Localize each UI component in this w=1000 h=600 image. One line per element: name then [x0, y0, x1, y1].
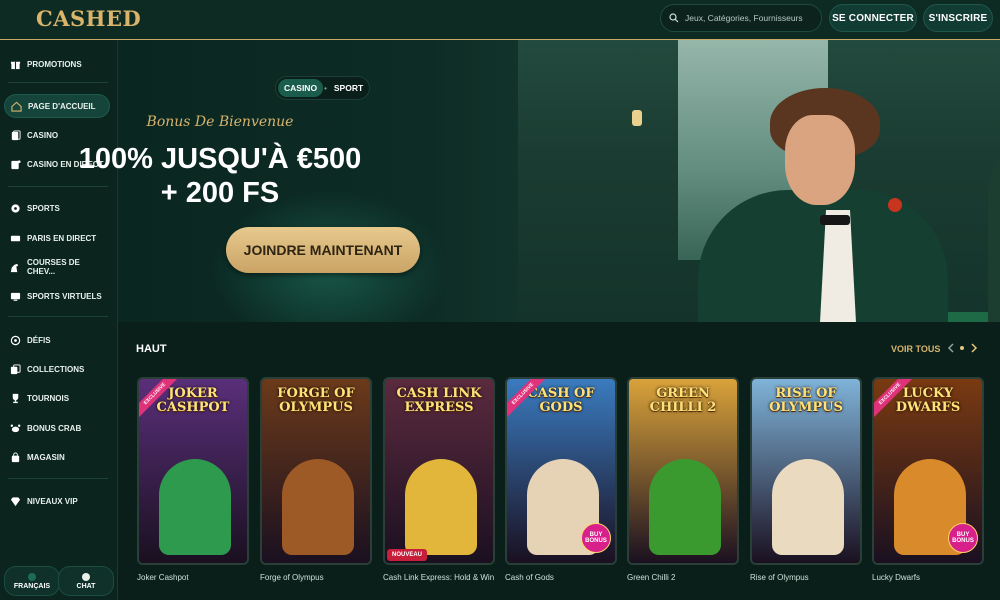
- game-logo-text: CASH LINK EXPRESS: [396, 386, 482, 415]
- sidebar-item-label: MAGASIN: [27, 452, 65, 462]
- game-title[interactable]: Forge of Olympus: [260, 573, 324, 582]
- search-icon: [669, 13, 679, 23]
- logo[interactable]: CASHED: [36, 6, 141, 31]
- buy-bonus-badge: BUY BONUS: [581, 523, 611, 553]
- new-badge: NOUVEAU: [387, 549, 427, 561]
- search-input[interactable]: [685, 13, 815, 23]
- buy-bonus-badge: BUY BONUS: [948, 523, 978, 553]
- signup-button[interactable]: S'INSCRIRE: [923, 4, 993, 32]
- bowtie: [820, 215, 850, 225]
- poker-chip: [888, 198, 902, 212]
- game-character: [282, 459, 354, 555]
- hero-tabs: CASINO • SPORT: [275, 76, 370, 100]
- sidebar-item-label: BONUS CRAB: [27, 423, 82, 433]
- sidebar-item-label: DÉFIS: [27, 335, 51, 345]
- sidebar-item-label: SPORTS VIRTUELS: [27, 291, 102, 301]
- game-title[interactable]: Cash Link Express: Hold & Win: [383, 573, 494, 582]
- sidebar-item-label: PARIS EN DIRECT: [27, 233, 97, 243]
- game-character: [405, 459, 477, 555]
- game-title[interactable]: Green Chilli 2: [627, 573, 675, 582]
- horse-icon: [9, 261, 21, 273]
- login-button[interactable]: SE CONNECTER: [829, 4, 917, 32]
- sidebar-item-label: PAGE D'ACCUEIL: [28, 101, 96, 111]
- sidebar-item-label: CASINO: [27, 130, 59, 140]
- game-character: [649, 459, 721, 555]
- gift-icon: [9, 58, 21, 70]
- search-box[interactable]: [660, 4, 822, 32]
- game-logo-text: GREEN CHILLI 2: [649, 386, 717, 415]
- chat-icon: [82, 572, 90, 581]
- tab-casino[interactable]: CASINO: [278, 79, 324, 97]
- game-title[interactable]: Joker Cashpot: [137, 573, 189, 582]
- game-character: [772, 459, 844, 555]
- see-all-link[interactable]: VOIR TOUS: [891, 344, 940, 354]
- live-cards-icon: [9, 158, 21, 170]
- globe-icon: [28, 572, 36, 581]
- sidebar-item-promotions[interactable]: PROMOTIONS: [4, 52, 110, 76]
- section-title: HAUT: [136, 343, 167, 355]
- sidebar-item-live-betting[interactable]: PARIS EN DIRECT: [4, 226, 110, 250]
- chevron-left-icon[interactable]: [944, 341, 958, 355]
- divider: [8, 316, 108, 317]
- man-head: [785, 115, 855, 205]
- diamond-icon: [9, 495, 21, 507]
- hero-headline: 100% JUSQU'À €500 + 200 FS: [40, 142, 400, 210]
- game-logo-text: RISE OF OLYMPUS: [769, 386, 843, 415]
- headline-line-1: 100% JUSQU'À €500: [78, 143, 362, 175]
- bonus-label: Bonus De Bienvenue: [146, 114, 294, 130]
- sidebar-item-challenges[interactable]: DÉFIS: [4, 328, 110, 352]
- live-badge-icon: [9, 232, 21, 244]
- language-button[interactable]: FRANÇAIS: [4, 566, 60, 596]
- woman-figure: [988, 150, 1000, 322]
- collection-icon: [9, 363, 21, 375]
- game-card[interactable]: LUCKY DWARFS EXCLUSIVE BUY BONUS: [872, 377, 984, 565]
- game-title[interactable]: Cash of Gods: [505, 573, 554, 582]
- game-card[interactable]: FORGE OF OLYMPUS: [260, 377, 372, 565]
- headline-line-2: + 200 FS: [160, 177, 280, 209]
- game-title[interactable]: Lucky Dwarfs: [872, 573, 920, 582]
- join-now-button[interactable]: JOINDRE MAINTENANT: [226, 227, 420, 273]
- sidebar-item-vip-levels[interactable]: NIVEAUX VIP: [4, 489, 110, 513]
- chat-label: CHAT: [76, 582, 96, 590]
- pager-dot: [960, 346, 964, 350]
- game-character: [159, 459, 231, 555]
- crab-icon: [9, 422, 21, 434]
- sidebar-item-bonus-crab[interactable]: BONUS CRAB: [4, 416, 110, 440]
- game-card[interactable]: JOKER CASHPOT EXCLUSIVE: [137, 377, 249, 565]
- divider: [8, 82, 108, 83]
- game-card[interactable]: CASH OF GODS EXCLUSIVE BUY BONUS: [505, 377, 617, 565]
- sidebar-item-home[interactable]: PAGE D'ACCUEIL: [4, 94, 110, 118]
- sidebar-item-label: COLLECTIONS: [27, 364, 85, 374]
- sidebar-item-label: PROMOTIONS: [27, 59, 82, 69]
- target-icon: [9, 334, 21, 346]
- trophy-icon: [9, 392, 21, 404]
- sidebar-item-horse-racing[interactable]: COURSES DE CHEV...: [4, 255, 110, 279]
- tab-separator: •: [324, 83, 327, 93]
- sidebar: PROMOTIONS PAGE D'ACCUEIL CASINO CASINO …: [0, 40, 118, 600]
- chevron-right-icon[interactable]: [967, 341, 981, 355]
- sidebar-item-label: TOURNOIS: [27, 393, 70, 403]
- sidebar-item-virtual-sports[interactable]: SPORTS VIRTUELS: [4, 284, 110, 308]
- sidebar-item-collections[interactable]: COLLECTIONS: [4, 357, 110, 381]
- game-title[interactable]: Rise of Olympus: [750, 573, 809, 582]
- sidebar-item-tournaments[interactable]: TOURNOIS: [4, 386, 110, 410]
- sidebar-item-label: NIVEAUX VIP: [27, 496, 78, 506]
- top-bar: CASHED SE CONNECTER S'INSCRIRE: [0, 0, 1000, 40]
- tab-sport[interactable]: SPORT: [328, 79, 369, 97]
- home-icon: [10, 100, 22, 112]
- game-card[interactable]: CASH LINK EXPRESS NOUVEAU: [383, 377, 495, 565]
- soccer-ball-icon: [9, 202, 21, 214]
- divider: [8, 478, 108, 479]
- shopping-bag-icon: [9, 451, 21, 463]
- sidebar-item-label: COURSES DE CHEV...: [26, 258, 80, 276]
- wall-lamp: [632, 110, 642, 126]
- language-label: FRANÇAIS: [13, 582, 51, 590]
- sidebar-item-shop[interactable]: MAGASIN: [4, 445, 110, 469]
- cards-icon: [9, 129, 21, 141]
- chat-button[interactable]: CHAT: [58, 566, 114, 596]
- game-card[interactable]: GREEN CHILLI 2: [627, 377, 739, 565]
- game-logo-text: FORGE OF OLYMPUS: [277, 386, 355, 415]
- virtual-sports-icon: [9, 290, 21, 302]
- game-card[interactable]: RISE OF OLYMPUS: [750, 377, 862, 565]
